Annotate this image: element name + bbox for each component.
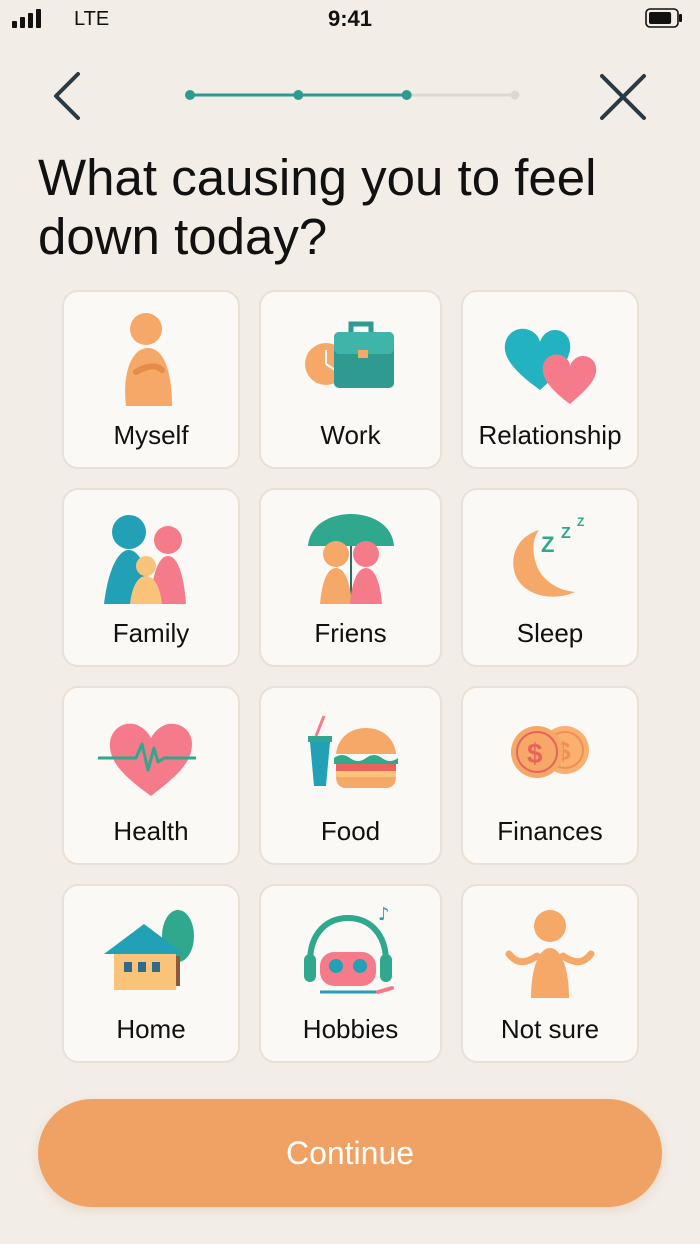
reason-options-grid: Myself Work Relationship Family Friens Z… (62, 290, 639, 1063)
option-work[interactable]: Work (259, 290, 442, 469)
option-label: Health (113, 816, 189, 846)
option-food[interactable]: Food (259, 686, 442, 865)
page-title: What causing you to feel down today? (38, 149, 597, 265)
hearts-icon (504, 328, 597, 404)
svg-text:Z: Z (561, 525, 571, 542)
burger-drink-icon (307, 715, 398, 788)
status-time: 9:41 (327, 6, 373, 31)
progress-indicator (185, 90, 520, 100)
option-not-sure[interactable]: Not sure (461, 884, 639, 1063)
svg-text:♪: ♪ (378, 906, 390, 925)
house-icon (104, 910, 194, 990)
option-home[interactable]: Home (62, 884, 240, 1063)
progress-step-dot (185, 90, 195, 100)
status-bar: LTE 9:41 (0, 0, 700, 40)
svg-text:Z: Z (541, 532, 554, 557)
progress-step-dot (401, 90, 412, 100)
continue-button[interactable]: Continue (38, 1099, 662, 1207)
progress-step-dot (510, 90, 520, 100)
person-icon (125, 313, 172, 406)
top-nav (0, 60, 700, 130)
briefcase-clock-icon (304, 321, 394, 388)
option-friends[interactable]: Friens (259, 488, 442, 667)
option-myself[interactable]: Myself (62, 290, 240, 469)
option-label: Sleep (516, 618, 584, 648)
option-label: Relationship (478, 420, 622, 450)
option-label: Family (112, 618, 190, 648)
friends-umbrella-icon (307, 514, 394, 604)
heartbeat-icon (98, 723, 196, 796)
option-label: Friens (314, 618, 387, 648)
headphones-gamepad-icon: ♪ (303, 906, 394, 994)
option-label: Work (320, 420, 381, 450)
progress-step-dot (293, 90, 304, 100)
family-icon (104, 515, 186, 604)
option-relationship[interactable]: Relationship (461, 290, 639, 469)
option-sleep[interactable]: Z Z Z Sleep (461, 488, 639, 667)
battery-icon (645, 8, 682, 28)
option-hobbies[interactable]: ♪ Hobbies (259, 884, 442, 1063)
option-label: Home (116, 1014, 186, 1044)
option-label: Not sure (500, 1014, 600, 1044)
option-label: Myself (113, 420, 189, 450)
option-health[interactable]: Health (62, 686, 240, 865)
option-label: Hobbies (302, 1014, 399, 1044)
shrug-icon (505, 910, 595, 998)
moon-sleep-icon: Z Z Z (513, 515, 584, 597)
chevron-left-icon[interactable] (44, 68, 94, 124)
option-label: Finances (497, 816, 603, 846)
option-finances[interactable]: $ $ Finances (461, 686, 639, 865)
coins-icon: $ $ (511, 726, 589, 778)
close-icon[interactable] (592, 66, 654, 128)
svg-text:Z: Z (577, 515, 584, 529)
option-label: Food (320, 816, 381, 846)
svg-text:$: $ (527, 738, 543, 769)
option-family[interactable]: Family (62, 488, 240, 667)
